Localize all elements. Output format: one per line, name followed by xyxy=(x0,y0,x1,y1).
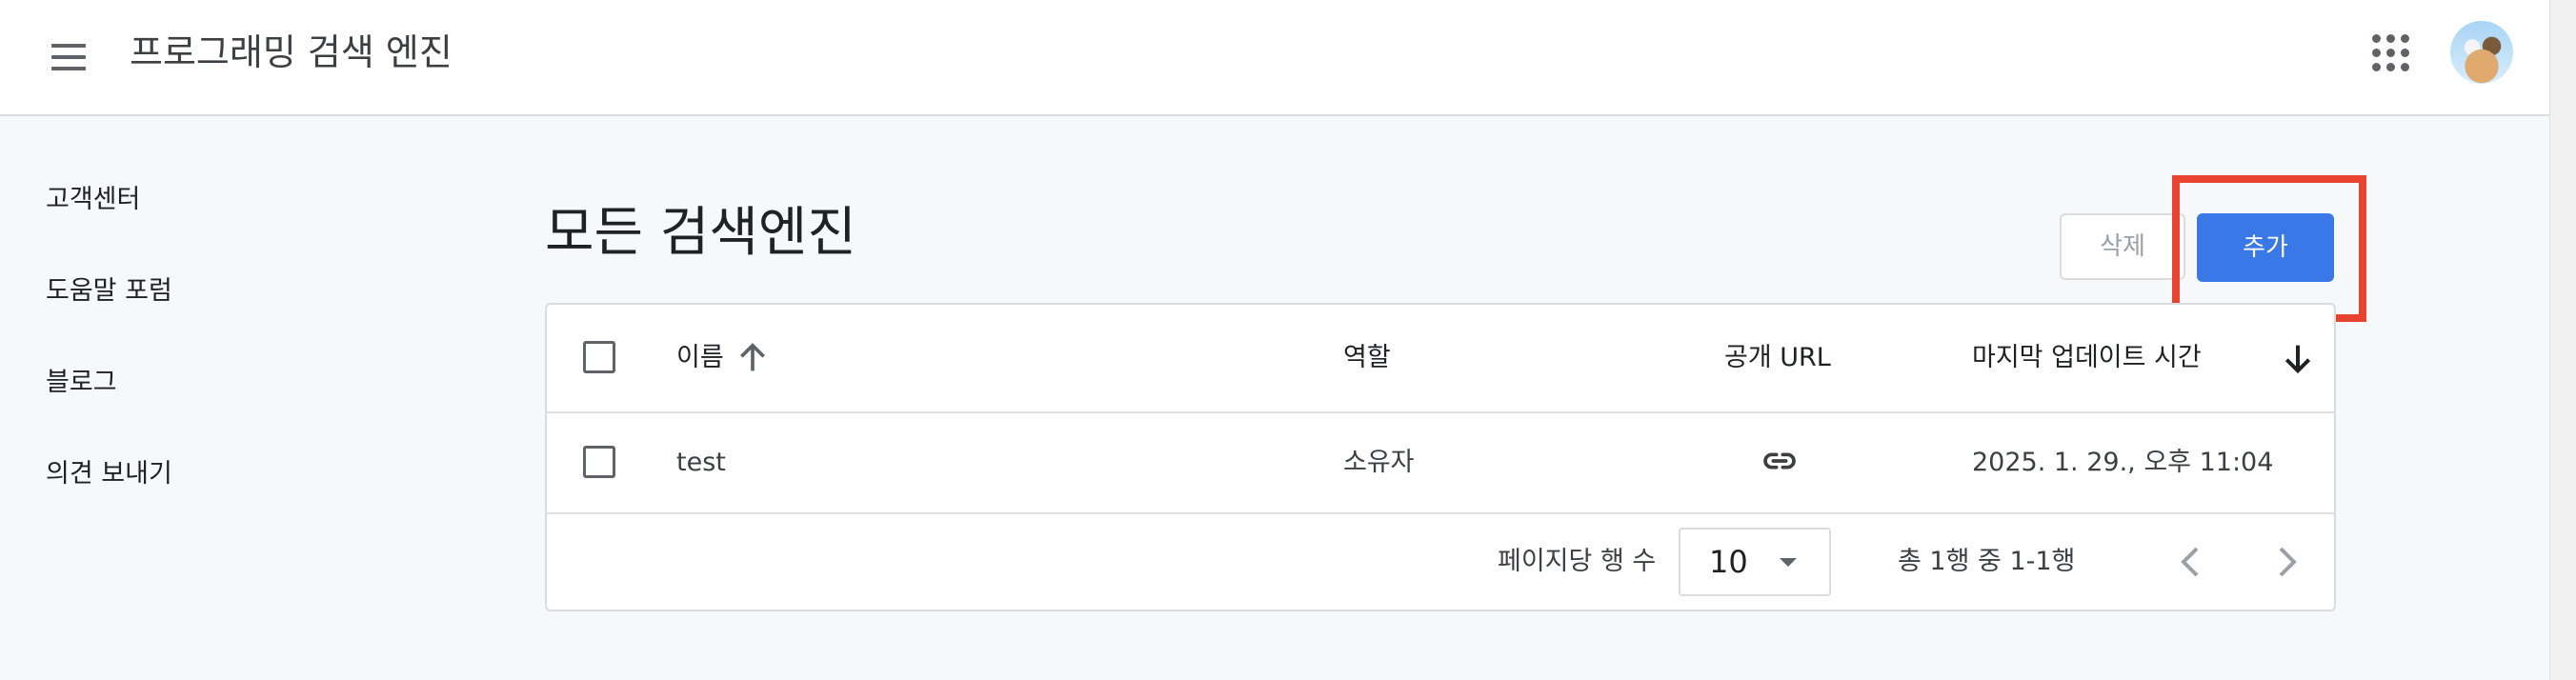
sidebar-item-help-forum[interactable]: 도움말 포럼 xyxy=(46,272,172,310)
column-header-last-updated[interactable]: 마지막 업데이트 시간 xyxy=(1972,339,2202,377)
table-pagination: 페이지당 행 수 10 총 1행 중 1-1행 xyxy=(547,512,2334,611)
column-header-name[interactable]: 이름 xyxy=(676,339,724,377)
engine-name-link[interactable]: test xyxy=(676,444,726,482)
row-checkbox[interactable] xyxy=(583,446,615,478)
select-all-checkbox[interactable] xyxy=(583,341,615,373)
sidebar-item-blog[interactable]: 블로그 xyxy=(46,364,172,402)
link-icon[interactable] xyxy=(1757,442,1802,480)
sidebar-item-send-feedback[interactable]: 의견 보내기 xyxy=(46,455,172,493)
table-header-row: 이름 역할 공개 URL 마지막 업데이트 시간 xyxy=(547,305,2334,413)
search-engine-table: 이름 역할 공개 URL 마지막 업데이트 시간 test 소유자 2025. … xyxy=(545,303,2336,611)
avatar[interactable] xyxy=(2450,21,2513,84)
arrow-down-icon[interactable] xyxy=(2279,339,2317,377)
column-header-public-url: 공개 URL xyxy=(1724,343,1831,372)
side-nav: 고객센터 도움말 포럼 블로그 의견 보내기 xyxy=(46,181,172,547)
rows-per-page-label: 페이지당 행 수 xyxy=(1498,547,1657,576)
chevron-left-icon[interactable] xyxy=(2168,539,2214,585)
chevron-right-icon[interactable] xyxy=(2264,539,2309,585)
column-header-role: 역할 xyxy=(1343,343,1391,372)
apps-grid-icon[interactable] xyxy=(2370,32,2412,74)
page-scrollbar[interactable] xyxy=(2549,0,2576,680)
top-app-bar: 프로그래밍 검색 엔진 xyxy=(0,0,2549,116)
arrow-up-icon[interactable] xyxy=(734,339,772,377)
page-title: 모든 검색엔진 xyxy=(545,202,856,264)
hamburger-menu-icon[interactable] xyxy=(44,32,93,82)
last-updated-cell: 2025. 1. 29., 오후 11:04 xyxy=(1972,448,2274,477)
app-title: 프로그래밍 검색 엔진 xyxy=(130,31,453,73)
role-cell: 소유자 xyxy=(1343,448,1415,477)
dropdown-caret-icon xyxy=(1780,558,1797,567)
add-button-highlight xyxy=(2172,175,2366,322)
table-row: test 소유자 2025. 1. 29., 오후 11:04 xyxy=(547,411,2334,514)
pagination-range: 총 1행 중 1-1행 xyxy=(1898,547,2076,576)
rows-per-page-select[interactable]: 10 xyxy=(1679,528,1831,596)
sidebar-item-help-center[interactable]: 고객센터 xyxy=(46,181,172,219)
delete-button[interactable]: 삭제 xyxy=(2060,213,2185,280)
rows-per-page-value: 10 xyxy=(1709,544,1748,580)
